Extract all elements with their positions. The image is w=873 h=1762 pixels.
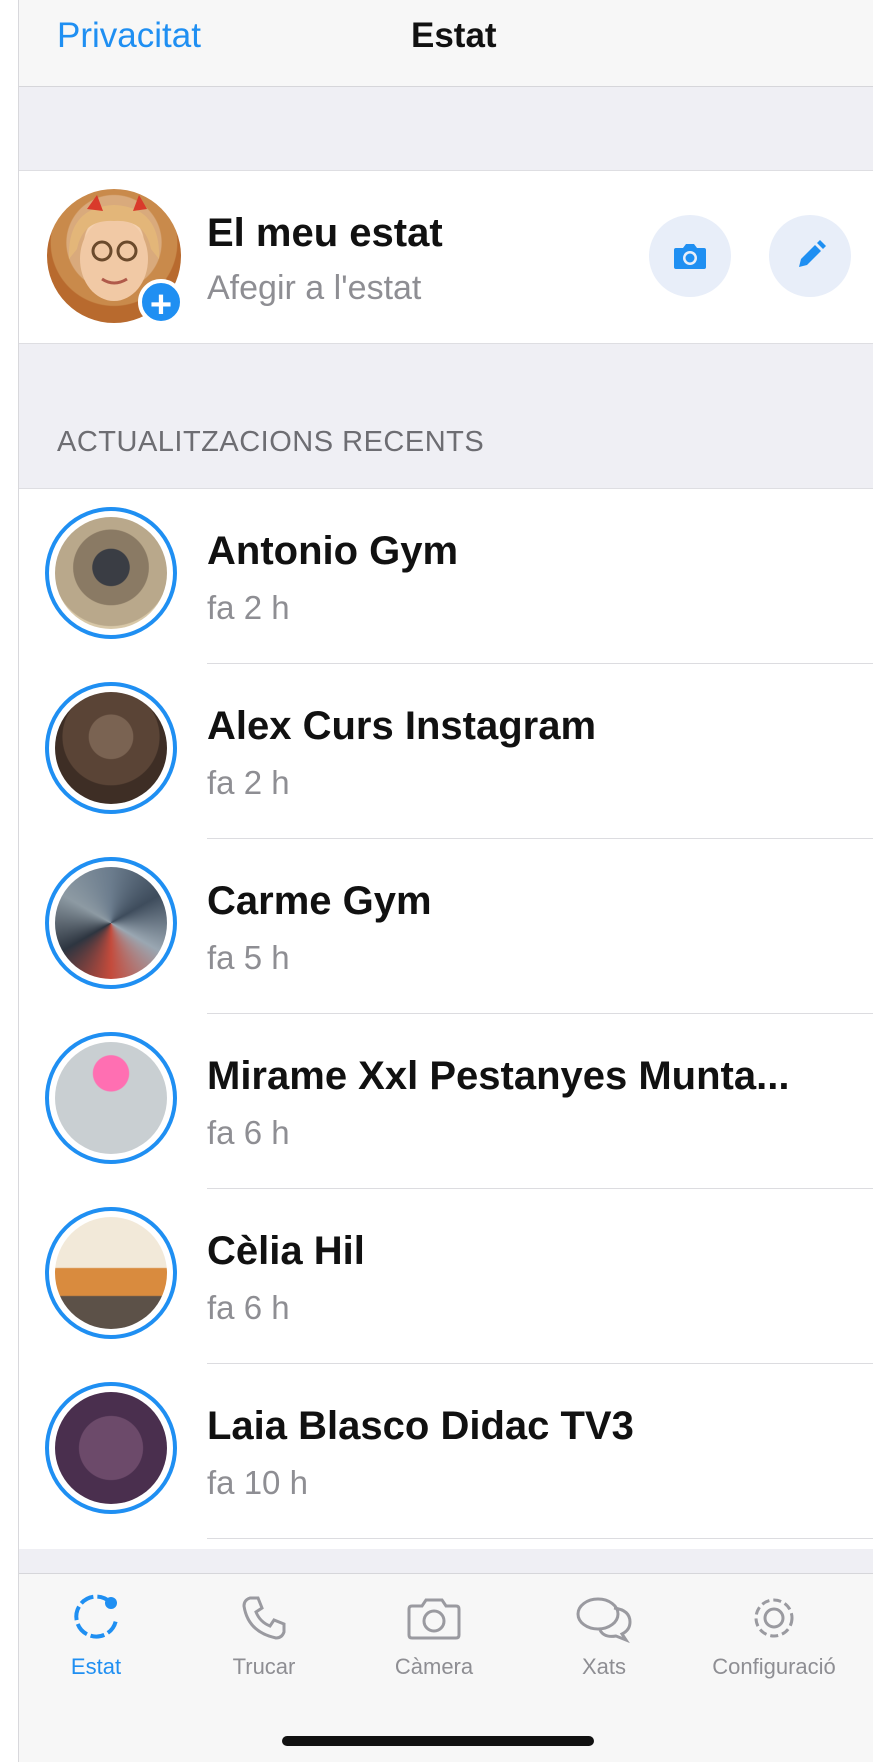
settings-gear-icon (754, 1598, 794, 1638)
row-divider (207, 1538, 873, 1539)
status-row-laia-blasco[interactable]: Laia Blasco Didac TV3 fa 10 h (19, 1364, 873, 1539)
recent-updates-header: ACTUALITZACIONS RECENTS (57, 426, 485, 458)
contact-name: Cèlia Hil (207, 1229, 365, 1273)
tab-label: Configuració (712, 1654, 836, 1679)
chats-icon (576, 1597, 632, 1644)
contact-avatar (55, 692, 167, 804)
contact-name: Alex Curs Instagram (207, 704, 597, 748)
tab-label: Estat (70, 1654, 122, 1679)
update-time: fa 10 h (207, 1464, 308, 1501)
pencil-icon (799, 240, 826, 267)
contact-avatar (55, 867, 167, 979)
status-ring (45, 857, 177, 989)
status-ring (45, 682, 177, 814)
tab-label: Xats (581, 1654, 627, 1679)
camera-icon (407, 1598, 461, 1640)
status-row-antonio-gym[interactable]: Antonio Gym fa 2 h (19, 489, 873, 664)
status-row-carme-gym[interactable]: Carme Gym fa 5 h (19, 839, 873, 1014)
tab-chats[interactable]: Xats (529, 1592, 679, 1680)
contact-avatar (55, 1042, 167, 1154)
status-ring (45, 1032, 177, 1164)
my-status-row[interactable]: + El meu estat Afegir a l'estat (19, 170, 873, 344)
contact-name: Antonio Gym (207, 529, 459, 573)
page-title: Estat (411, 16, 497, 55)
my-status-title: El meu estat (207, 211, 443, 255)
update-time: fa 2 h (207, 764, 290, 801)
tab-camera[interactable]: Càmera (359, 1592, 509, 1680)
contact-avatar (55, 1217, 167, 1329)
text-status-button[interactable] (769, 215, 851, 297)
add-status-badge[interactable]: + (138, 279, 184, 326)
camera-icon (674, 244, 706, 269)
status-ring (45, 507, 177, 639)
update-time: fa 2 h (207, 589, 290, 626)
contact-name: Laia Blasco Didac TV3 (207, 1404, 634, 1448)
update-time: fa 6 h (207, 1289, 290, 1326)
privacy-button[interactable]: Privacitat (57, 16, 201, 56)
update-time: fa 6 h (207, 1114, 290, 1151)
camera-status-button[interactable] (649, 215, 731, 297)
contact-name: Carme Gym (207, 879, 432, 923)
recent-updates-list: Antonio Gym fa 2 h Alex Curs Instagram f… (19, 488, 873, 1549)
tab-label: Càmera (394, 1654, 474, 1679)
contact-name: Mirame Xxl Pestanyes Munta... (207, 1054, 790, 1098)
status-icon (74, 1594, 118, 1639)
contact-avatar (55, 517, 167, 629)
contact-avatar (55, 1392, 167, 1504)
status-screen: Privacitat Estat + El meu estat Afegir a… (18, 0, 873, 1762)
my-status-subtitle: Afegir a l'estat (207, 269, 422, 307)
status-row-alex-curs-instagram[interactable]: Alex Curs Instagram fa 2 h (19, 664, 873, 839)
status-row-mirame-xxl[interactable]: Mirame Xxl Pestanyes Munta... fa 6 h (19, 1014, 873, 1189)
update-time: fa 5 h (207, 939, 290, 976)
home-indicator[interactable] (282, 1736, 594, 1746)
tab-calls[interactable]: Trucar (189, 1592, 339, 1680)
navigation-bar: Privacitat Estat (19, 0, 873, 87)
tab-label: Trucar (232, 1654, 296, 1679)
phone-icon (242, 1596, 286, 1640)
status-ring (45, 1207, 177, 1339)
status-ring (45, 1382, 177, 1514)
status-row-celia-hil[interactable]: Cèlia Hil fa 6 h (19, 1189, 873, 1364)
tab-settings[interactable]: Configuració (699, 1592, 849, 1680)
tab-bar: Estat Trucar Càmera Xats Configuració (19, 1573, 873, 1762)
tab-status[interactable]: Estat (21, 1592, 171, 1680)
